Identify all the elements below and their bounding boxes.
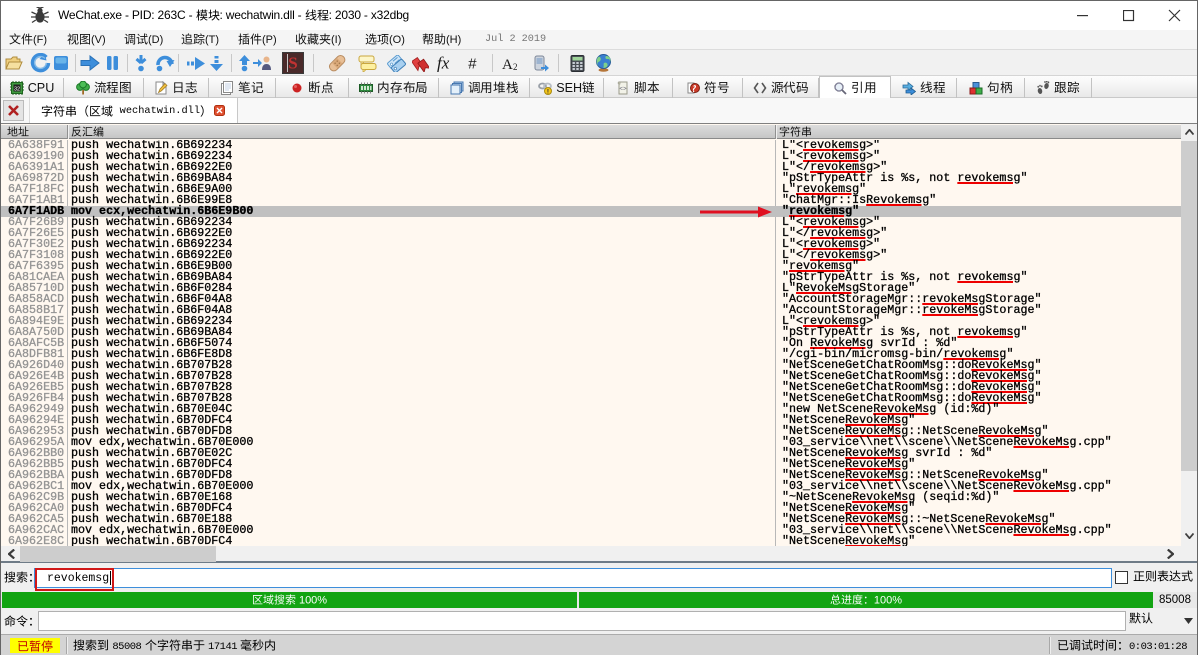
svg-text:A: A xyxy=(502,57,513,71)
svg-text:32: 32 xyxy=(14,87,20,93)
svg-text:S: S xyxy=(288,54,297,73)
svg-text:#: # xyxy=(468,56,477,72)
svg-text:<>: <> xyxy=(620,86,628,93)
svg-text:2: 2 xyxy=(513,62,518,71)
svg-text:!: ! xyxy=(547,89,549,96)
svg-text:fx: fx xyxy=(437,54,450,72)
